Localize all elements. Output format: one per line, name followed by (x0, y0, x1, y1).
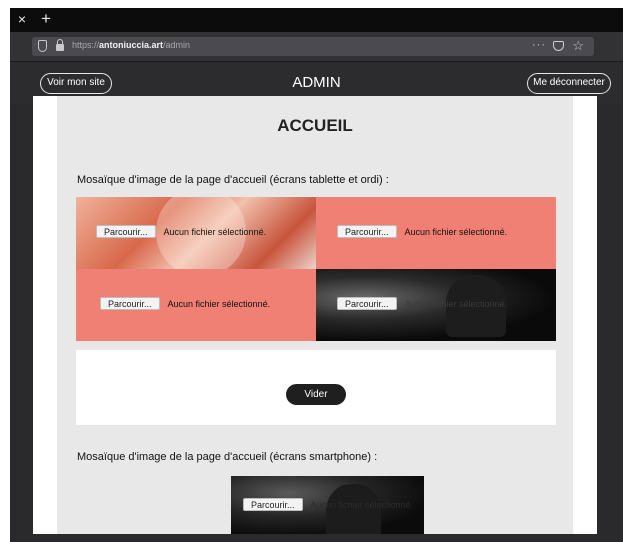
file-input[interactable]: Parcourir... Aucun fichier sélectionné. (243, 498, 413, 511)
admin-panel: ACCUEIL Mosaïque d'image de la page d'ac… (57, 96, 573, 534)
browse-button[interactable]: Parcourir... (337, 225, 397, 238)
tracking-shield-icon[interactable] (38, 40, 47, 52)
toolbar: https://antoniuccia.art/admin ··· ☆ (10, 32, 623, 62)
file-input[interactable]: Parcourir... Aucun fichier sélectionné. (100, 297, 270, 310)
file-input[interactable]: Parcourir... Aucun fichier sélectionné. (96, 225, 266, 238)
desktop-mosaic: Parcourir... Aucun fichier sélectionné. … (76, 197, 556, 341)
tab-bar: × + (10, 8, 623, 32)
url-path: /admin (163, 40, 191, 50)
lock-icon[interactable] (56, 39, 64, 51)
clear-button[interactable]: Vider (286, 384, 346, 405)
close-tab-icon[interactable]: × (13, 10, 31, 28)
mosaic-tile-4: Parcourir... Aucun fichier sélectionné. (316, 269, 556, 341)
file-status: Aucun fichier sélectionné. (163, 226, 267, 237)
file-status: Aucun fichier sélectionné. (167, 298, 271, 309)
address-bar[interactable]: https://antoniuccia.art/admin ··· ☆ (32, 37, 594, 56)
file-status: Aucun fichier sélectionné. (404, 298, 508, 309)
mobile-mosaic-label: Mosaïque d'image de la page d'accueil (é… (77, 451, 378, 463)
mosaic-tile-1: Parcourir... Aucun fichier sélectionné. (76, 197, 316, 269)
url-text[interactable]: https://antoniuccia.art/admin (72, 40, 190, 50)
logout-button[interactable]: Me déconnecter (527, 73, 611, 94)
browse-button[interactable]: Parcourir... (100, 297, 160, 310)
file-input[interactable]: Parcourir... Aucun fichier sélectionné. (337, 225, 507, 238)
pocket-icon[interactable] (553, 41, 564, 51)
new-tab-icon[interactable]: + (37, 9, 55, 29)
browse-button[interactable]: Parcourir... (96, 225, 156, 238)
mosaic-tile-2: Parcourir... Aucun fichier sélectionné. (316, 197, 556, 269)
file-status: Aucun fichier sélectionné. (310, 499, 414, 510)
page-title: ACCUEIL (277, 116, 353, 135)
bookmark-star-icon[interactable]: ☆ (572, 38, 584, 54)
browse-button[interactable]: Parcourir... (243, 498, 303, 511)
page-actions-menu-icon[interactable]: ··· (532, 39, 546, 51)
file-input[interactable]: Parcourir... Aucun fichier sélectionné. (337, 297, 507, 310)
url-host: antoniuccia.art (99, 40, 164, 50)
file-status: Aucun fichier sélectionné. (404, 226, 508, 237)
mobile-mosaic-tile: Parcourir... Aucun fichier sélectionné. (231, 476, 424, 534)
clear-section: Vider (76, 350, 556, 425)
browse-button[interactable]: Parcourir... (337, 297, 397, 310)
url-prefix: https:// (72, 40, 100, 50)
desktop-mosaic-label: Mosaïque d'image de la page d'accueil (é… (77, 174, 389, 186)
mosaic-tile-3: Parcourir... Aucun fichier sélectionné. (76, 269, 316, 341)
